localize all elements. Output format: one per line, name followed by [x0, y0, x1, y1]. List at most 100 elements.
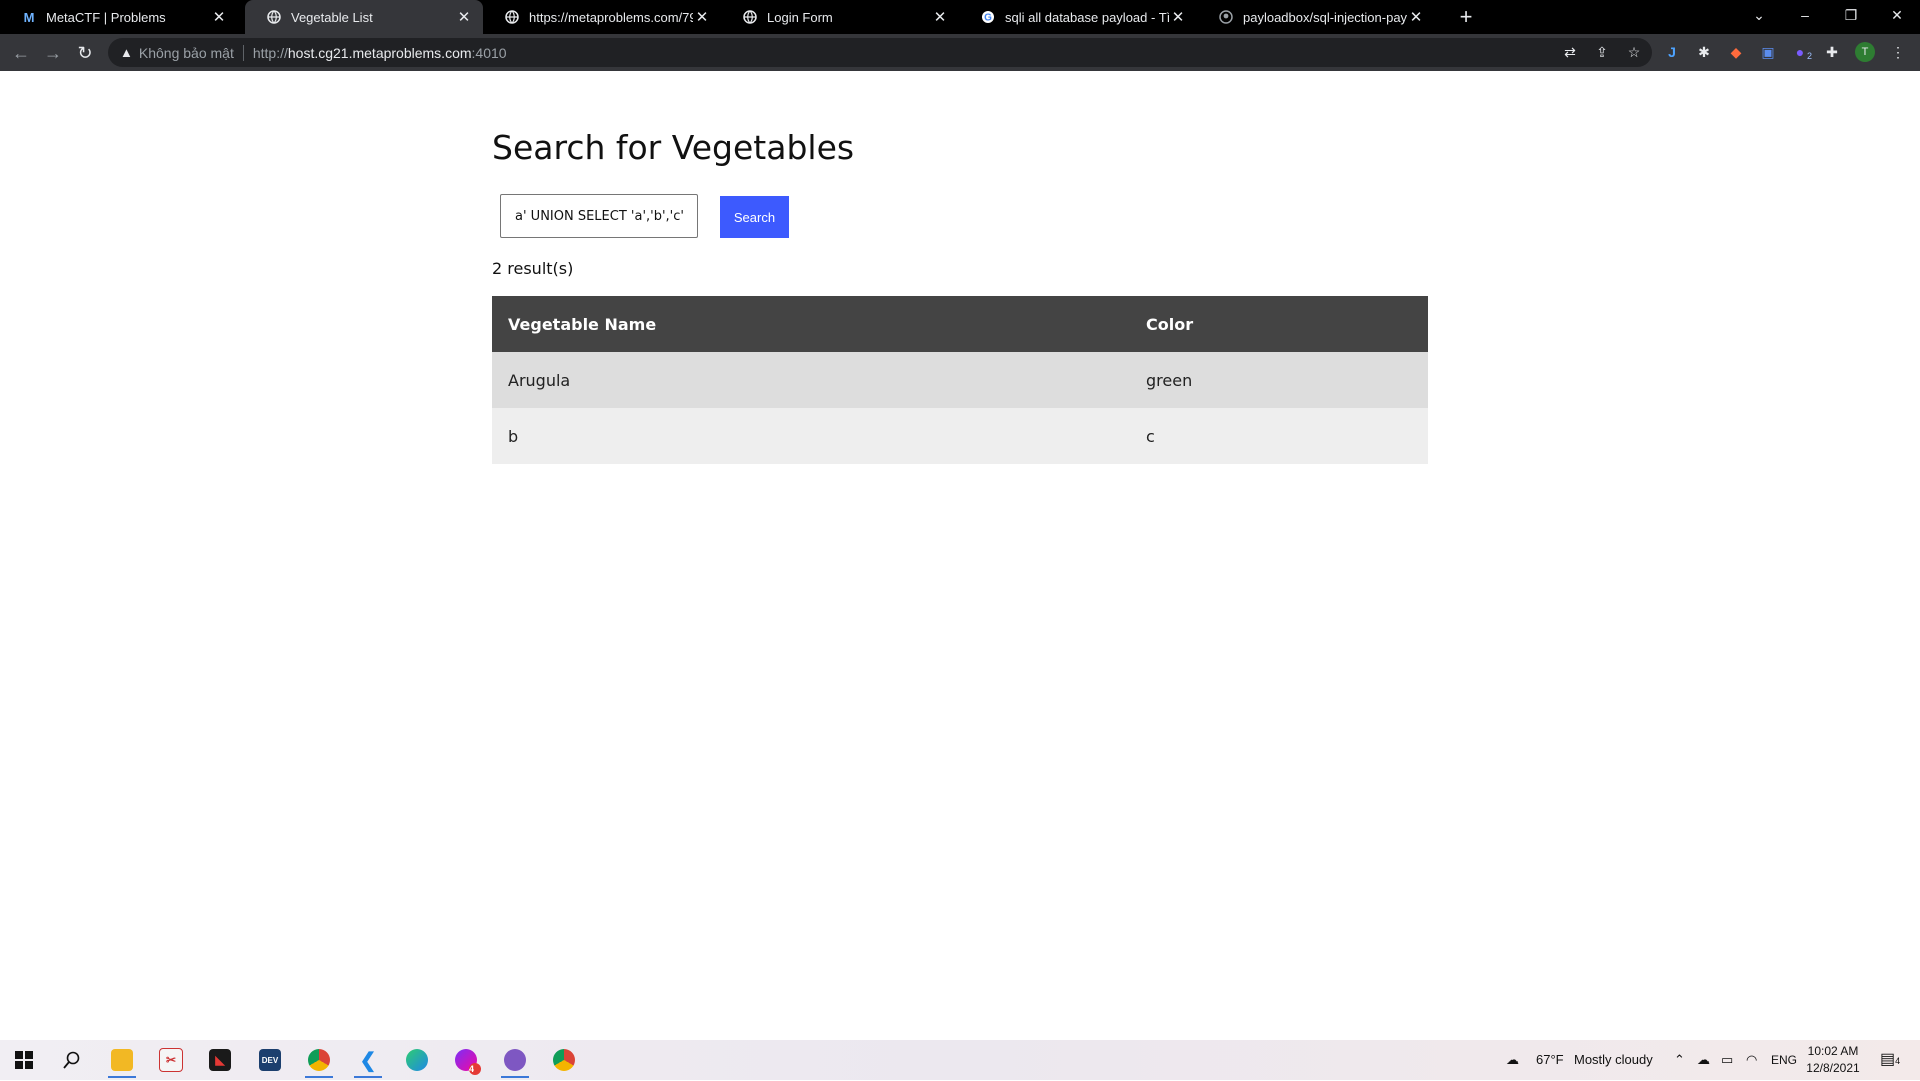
weather-cloud-icon[interactable]: ☁	[1506, 1040, 1519, 1080]
column-header-name: Vegetable Name	[492, 296, 1130, 352]
weather-temperature[interactable]: 67°F	[1536, 1040, 1564, 1080]
web-page: Search for Vegetables Search 2 result(s)…	[0, 71, 1920, 1040]
tab-github-payload[interactable]: payloadbox/sql-injection-payload-list ✕	[1197, 0, 1435, 34]
page-title: Search for Vegetables	[492, 128, 855, 167]
weather-description[interactable]: Mostly cloudy	[1574, 1040, 1653, 1080]
chrome-icon[interactable]	[299, 1044, 339, 1078]
forward-arrow-icon[interactable]: →	[40, 40, 66, 66]
github-icon	[1219, 10, 1233, 24]
profile-avatar[interactable]: T	[1855, 42, 1875, 62]
file-explorer-icon[interactable]	[102, 1044, 142, 1078]
security-label[interactable]: Không bảo mật	[139, 45, 234, 61]
globe-icon	[743, 10, 757, 24]
snipping-tool-icon[interactable]: ✂	[151, 1044, 191, 1076]
tab-title: Vegetable List	[291, 9, 373, 25]
result-count: 2 result(s)	[492, 259, 574, 278]
tab-metaproblems[interactable]: https://metaproblems.com/79b3 ✕	[483, 0, 721, 34]
close-icon[interactable]: ✕	[693, 8, 711, 26]
table-header-row: Vegetable Name Color	[492, 296, 1428, 352]
action-center-icon[interactable]: ▤4	[1880, 1040, 1900, 1080]
metactf-icon: M	[23, 9, 35, 25]
edge-icon[interactable]	[397, 1044, 437, 1076]
close-icon[interactable]: ✕	[1169, 8, 1187, 26]
start-windows-icon[interactable]	[4, 1044, 44, 1076]
search-input[interactable]	[500, 194, 698, 238]
tab-login-form[interactable]: Login Form ✕	[721, 0, 959, 34]
share-icon[interactable]: ⇪	[1592, 42, 1612, 62]
globe-icon	[267, 10, 281, 24]
onedrive-cloud-icon[interactable]: ☁	[1697, 1040, 1710, 1080]
tab-strip: M MetaCTF | Problems ✕ Vegetable List ✕ …	[0, 0, 1920, 34]
chat-app-icon[interactable]	[495, 1044, 535, 1078]
extension-badge-count: 2	[1806, 51, 1812, 61]
tab-google-search[interactable]: G sqli all database payload - Tìm trên G…	[959, 0, 1197, 34]
language-indicator[interactable]: ENG	[1771, 1040, 1797, 1080]
menu-kebab-icon[interactable]: ⋮	[1888, 42, 1908, 62]
extension-orange-icon[interactable]: ◆	[1726, 42, 1746, 62]
reload-icon[interactable]: ↻	[72, 40, 98, 66]
windows-taskbar: ✂ ◣ DEV ❮ 4 ☁ 67°F Mostly cloudy ⌃ ☁ ▭ ◠…	[0, 1040, 1920, 1080]
taskbar-clock[interactable]: 10:02 AM 12/8/2021	[1805, 1043, 1861, 1077]
svg-text:G: G	[984, 13, 992, 24]
active-indicator	[305, 1076, 333, 1078]
address-url[interactable]: http://host.cg21.metaproblems.com:4010	[253, 45, 507, 61]
tab-title: MetaCTF | Problems	[46, 9, 166, 25]
close-icon[interactable]: ✕	[210, 8, 228, 26]
search-button[interactable]: Search	[720, 196, 789, 238]
tab-title: Login Form	[767, 9, 833, 25]
cell-vegetable-name: b	[492, 408, 1130, 464]
new-tab-button[interactable]: +	[1453, 4, 1479, 30]
back-arrow-icon[interactable]: ←	[8, 40, 34, 66]
minimize-icon[interactable]: –	[1782, 0, 1828, 30]
cell-color: green	[1130, 352, 1428, 408]
close-icon[interactable]: ✕	[1407, 8, 1425, 26]
cell-color: c	[1130, 408, 1428, 464]
extensions-puzzle-icon[interactable]: ✚	[1822, 42, 1842, 62]
chrome-alt-icon[interactable]	[544, 1044, 584, 1076]
extension-translate-icon[interactable]: ▣	[1758, 42, 1778, 62]
red-app-icon[interactable]: ◣	[200, 1044, 240, 1076]
devcpp-icon[interactable]: DEV	[250, 1044, 290, 1076]
url-port: :4010	[471, 44, 507, 61]
tab-title: payloadbox/sql-injection-payload-list	[1243, 9, 1407, 25]
translate-icon[interactable]: ⇄	[1560, 42, 1580, 62]
url-scheme: http://	[252, 44, 288, 61]
cell-vegetable-name: Arugula	[492, 352, 1130, 408]
tab-title: https://metaproblems.com/79b3	[529, 9, 693, 25]
search-icon[interactable]	[52, 1044, 92, 1076]
tab-title: sqli all database payload - Tìm trên Goo…	[1005, 9, 1169, 25]
table-row: Arugula green	[492, 352, 1428, 408]
bookmark-star-icon[interactable]: ☆	[1624, 42, 1644, 62]
close-icon[interactable]: ✕	[455, 8, 473, 26]
monitor-icon[interactable]: ▭	[1721, 1040, 1733, 1080]
close-icon[interactable]: ✕	[931, 8, 949, 26]
wifi-icon[interactable]: ◠	[1746, 1040, 1757, 1080]
column-header-color: Color	[1130, 296, 1428, 352]
tab-vegetable-list[interactable]: Vegetable List ✕	[245, 0, 483, 34]
address-divider	[242, 44, 244, 61]
extension-badge-icon[interactable]: ● 2	[1790, 42, 1812, 62]
active-indicator	[354, 1076, 382, 1078]
notification-badge: 4	[469, 1063, 481, 1075]
window-close-icon[interactable]: ✕	[1874, 0, 1920, 30]
active-indicator	[501, 1076, 529, 1078]
url-host: host.cg21.metaproblems.com	[287, 44, 472, 61]
notification-count: 4	[1895, 1056, 1901, 1066]
table-row: b c	[492, 408, 1428, 464]
messenger-icon[interactable]: 4	[446, 1044, 486, 1076]
clock-date: 12/8/2021	[1806, 1061, 1860, 1075]
warning-triangle-icon: ▲	[120, 45, 133, 60]
active-indicator	[108, 1076, 136, 1078]
clock-time: 10:02 AM	[1807, 1044, 1859, 1058]
globe-icon	[505, 10, 519, 24]
extension-gear-icon[interactable]: ✱	[1694, 42, 1714, 62]
vscode-icon[interactable]: ❮	[348, 1044, 388, 1078]
restore-icon[interactable]: ❐	[1828, 0, 1874, 30]
extension-j-icon[interactable]: J	[1662, 42, 1682, 62]
vegetable-table: Vegetable Name Color Arugula green b c	[492, 296, 1428, 464]
chevron-up-icon[interactable]: ⌃	[1674, 1040, 1685, 1080]
tab-metactf[interactable]: M MetaCTF | Problems ✕	[0, 0, 238, 34]
google-icon: G	[981, 10, 995, 24]
tab-search-icon[interactable]: ⌄	[1736, 0, 1782, 30]
address-bar[interactable]: ▲ Không bảo mật http://host.cg21.metapro…	[108, 38, 1652, 67]
